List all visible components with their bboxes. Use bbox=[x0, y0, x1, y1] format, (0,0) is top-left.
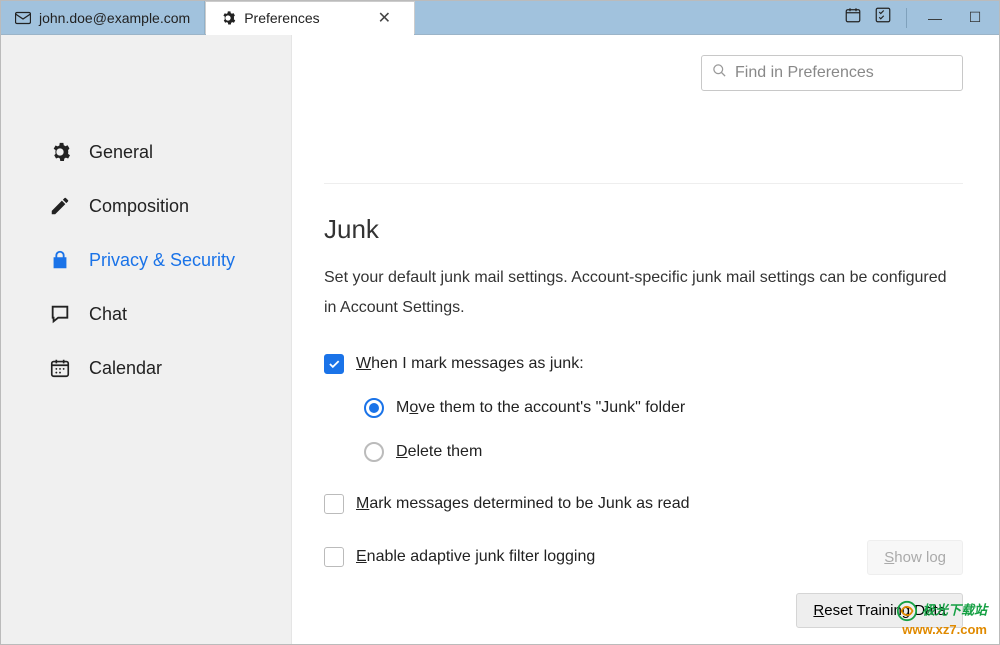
sidebar-item-privacy-security[interactable]: Privacy & Security bbox=[1, 233, 291, 287]
checkbox-when-mark-junk[interactable]: When I mark messages as junk: bbox=[324, 354, 963, 374]
sidebar-item-label: Chat bbox=[89, 304, 127, 325]
sidebar-item-label: Privacy & Security bbox=[89, 250, 235, 271]
calendar-icon bbox=[49, 357, 71, 379]
sidebar-item-label: Composition bbox=[89, 196, 189, 217]
radio-label: Delete them bbox=[396, 443, 482, 461]
checkbox-icon bbox=[324, 354, 344, 374]
checkbox-label: Enable adaptive junk filter logging bbox=[356, 548, 595, 566]
search-input[interactable]: Find in Preferences bbox=[701, 55, 963, 91]
task-list-icon[interactable] bbox=[874, 6, 892, 29]
sidebar-item-label: General bbox=[89, 142, 153, 163]
gear-icon bbox=[220, 10, 236, 26]
show-log-button: Show log bbox=[867, 540, 963, 575]
sidebar-item-calendar[interactable]: Calendar bbox=[1, 341, 291, 395]
radio-icon bbox=[364, 442, 384, 462]
search-placeholder: Find in Preferences bbox=[735, 64, 874, 82]
sidebar-item-chat[interactable]: Chat bbox=[1, 287, 291, 341]
minimize-button[interactable]: — bbox=[921, 10, 949, 26]
tab-preferences[interactable]: Preferences ✕ bbox=[205, 1, 415, 34]
radio-move-to-junk[interactable]: Move them to the account's "Junk" folder bbox=[364, 398, 963, 418]
checkbox-label: Mark messages determined to be Junk as r… bbox=[356, 495, 690, 513]
content-pane: Find in Preferences Junk Set your defaul… bbox=[291, 35, 999, 644]
checkbox-enable-logging[interactable]: Enable adaptive junk filter logging bbox=[324, 547, 595, 567]
checkbox-icon bbox=[324, 547, 344, 567]
maximize-button[interactable]: ☐ bbox=[961, 9, 989, 26]
sidebar-item-label: Calendar bbox=[89, 358, 162, 379]
mail-icon bbox=[15, 10, 31, 26]
tab-account-label: john.doe@example.com bbox=[39, 10, 190, 26]
sidebar: General Composition Privacy & Security C… bbox=[1, 35, 291, 644]
gear-icon bbox=[49, 141, 71, 163]
close-icon[interactable]: ✕ bbox=[378, 8, 391, 28]
section-heading-junk: Junk bbox=[324, 183, 963, 245]
tab-strip: john.doe@example.com Preferences ✕ — ☐ bbox=[1, 1, 999, 35]
tab-preferences-label: Preferences bbox=[244, 10, 319, 26]
lock-icon bbox=[49, 249, 71, 271]
radio-delete-them[interactable]: Delete them bbox=[364, 442, 963, 462]
junk-description: Set your default junk mail settings. Acc… bbox=[324, 263, 963, 324]
checkbox-mark-read[interactable]: Mark messages determined to be Junk as r… bbox=[324, 494, 963, 514]
sidebar-item-general[interactable]: General bbox=[1, 125, 291, 179]
chat-icon bbox=[49, 303, 71, 325]
radio-label: Move them to the account's "Junk" folder bbox=[396, 399, 685, 417]
titlebar-controls: — ☐ bbox=[844, 1, 999, 34]
tab-account[interactable]: john.doe@example.com bbox=[1, 1, 205, 34]
reset-training-data-button[interactable]: Reset Training Data bbox=[796, 593, 963, 628]
calendar-today-icon[interactable] bbox=[844, 6, 862, 29]
checkbox-label: When I mark messages as junk: bbox=[356, 355, 584, 373]
radio-icon bbox=[364, 398, 384, 418]
pencil-icon bbox=[49, 195, 71, 217]
checkbox-icon bbox=[324, 494, 344, 514]
sidebar-item-composition[interactable]: Composition bbox=[1, 179, 291, 233]
search-icon bbox=[712, 63, 727, 83]
